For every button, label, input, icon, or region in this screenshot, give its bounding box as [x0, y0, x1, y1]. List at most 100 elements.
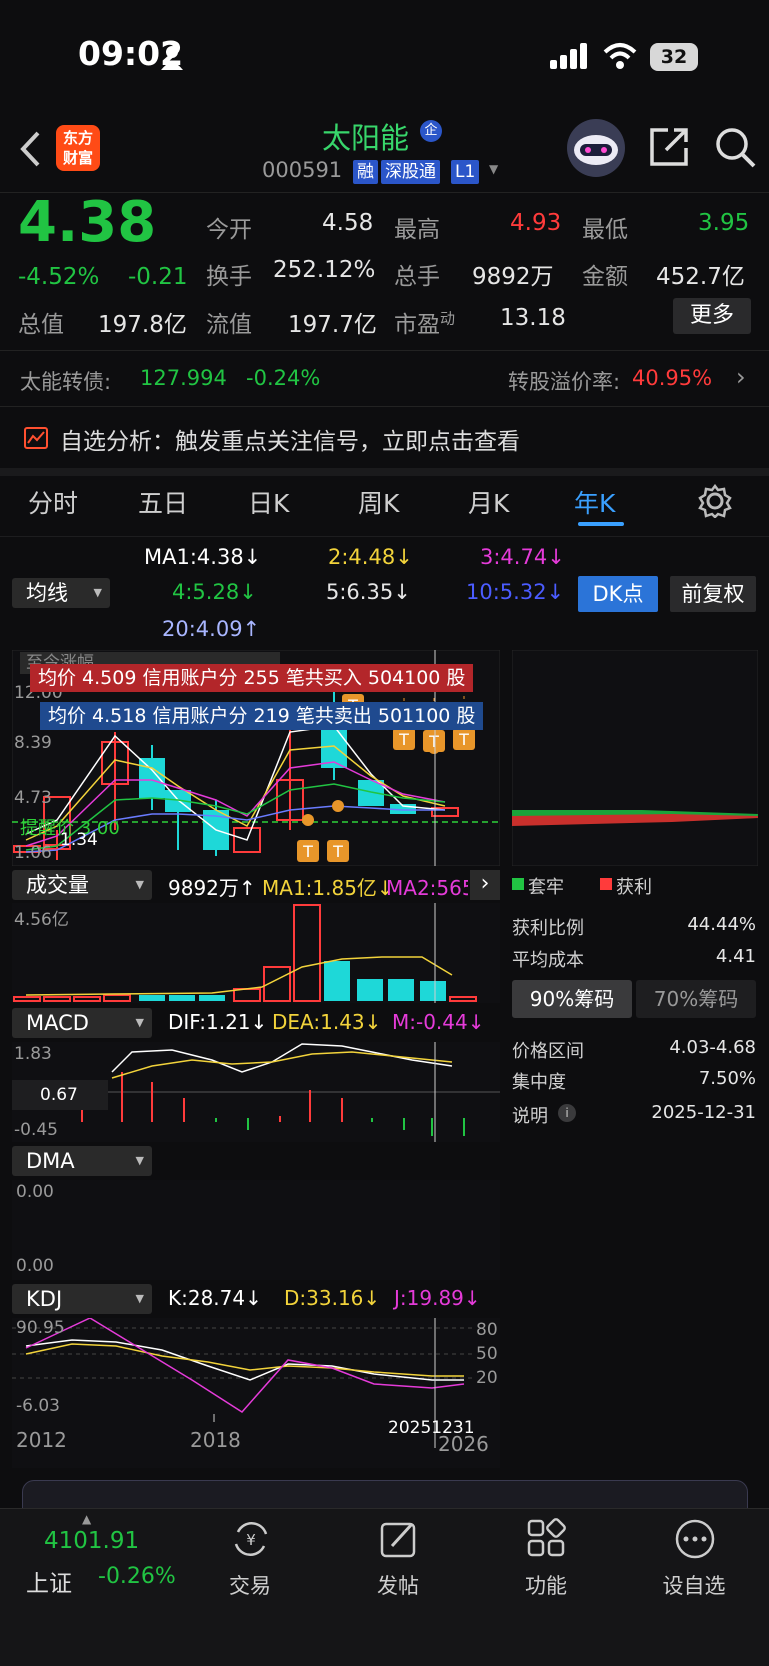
legend-hold: 套牢: [528, 877, 564, 898]
open-label: 今开: [206, 217, 252, 243]
status-bar: 09:02 32: [0, 0, 769, 110]
ma2-value: 2:4.48↓: [328, 545, 413, 569]
ma4-value: 4:5.28↓: [172, 580, 257, 604]
svg-text:T: T: [398, 730, 409, 749]
tab-five-day[interactable]: 五日: [138, 484, 188, 520]
kdj-dropdown[interactable]: KDJ ▼: [12, 1284, 152, 1314]
high-label: 最高: [394, 217, 440, 243]
tab-monthly-k[interactable]: 月K: [468, 484, 509, 520]
person-icon: [161, 46, 183, 70]
stock-code: 000591: [262, 158, 343, 182]
index-change[interactable]: -0.26%: [98, 1564, 176, 1589]
chip-90-button[interactable]: 90%筹码: [512, 980, 632, 1018]
volume-y-top: 4.56亿: [14, 910, 69, 930]
nav-post[interactable]: 发帖: [348, 1570, 448, 1600]
more-button[interactable]: 更多: [673, 298, 751, 334]
sell-banner: 均价 4.518 信用账户分 219 笔共卖出 501100 股: [40, 702, 484, 730]
note-label: 说明: [512, 1106, 548, 1127]
enterprise-badge: 企: [420, 120, 442, 142]
profit-ratio-value: 44.44%: [687, 914, 756, 935]
x-label-2012: 2012: [16, 1428, 67, 1452]
trade-icon[interactable]: ¥: [230, 1518, 272, 1560]
kdj-y-top: 90.95: [16, 1318, 65, 1338]
dma-dropdown[interactable]: DMA ▼: [12, 1146, 152, 1176]
more-dots-icon[interactable]: [674, 1518, 716, 1560]
svg-text:T: T: [458, 730, 469, 749]
kdj-chart: [12, 1318, 500, 1468]
float-label: 流值: [206, 312, 252, 338]
volume-chart: [12, 903, 500, 1003]
macd-y-bottom: -0.45: [14, 1120, 58, 1140]
kdj-k: K:28.74↓: [168, 1286, 262, 1310]
tag-level1: L1: [451, 160, 480, 184]
tab-intraday[interactable]: 分时: [28, 484, 78, 520]
index-name[interactable]: 上证: [26, 1564, 72, 1598]
scroll-right-icon[interactable]: ›: [470, 870, 500, 900]
expand-up-icon[interactable]: ▲: [82, 1512, 91, 1526]
tab-active-indicator: [578, 522, 624, 526]
nav-set-watchlist[interactable]: 设自选: [644, 1570, 744, 1600]
tab-daily-k[interactable]: 日K: [248, 484, 289, 520]
signal-icon: [550, 43, 587, 69]
info-icon[interactable]: i: [558, 1104, 576, 1122]
analysis-notice[interactable]: 自选分析：触发重点关注信号，立即点击查看: [0, 407, 769, 467]
note-value: 2025-12-31: [651, 1102, 756, 1123]
ma-dropdown[interactable]: 均线 ▼: [12, 578, 110, 608]
convertible-bond-row[interactable]: 太能转债: 127.994 -0.24% 转股溢价率: 40.95% ›: [0, 351, 769, 406]
index-value[interactable]: 4101.91: [44, 1528, 139, 1554]
svg-text:T: T: [302, 842, 313, 861]
nav-trade[interactable]: 交易: [200, 1570, 300, 1600]
turnover-value: 252.12%: [273, 257, 376, 283]
change-value: -0.21: [128, 264, 188, 290]
profit-ratio-label: 获利比例: [512, 918, 584, 939]
robot-assistant-icon[interactable]: [564, 116, 628, 180]
concentration-label: 集中度: [512, 1072, 566, 1093]
price-range-label: 价格区间: [512, 1041, 584, 1062]
pe-value: 13.18: [500, 305, 566, 331]
function-grid-icon[interactable]: [526, 1518, 568, 1560]
volume-dropdown[interactable]: 成交量 ▼: [12, 870, 152, 900]
macd-dif: DIF:1.21↓: [168, 1010, 268, 1034]
avg-cost-value: 4.41: [715, 946, 756, 967]
volume-ma2: MA2:5658万: [386, 876, 468, 900]
turnover-label: 换手: [206, 264, 252, 290]
adjust-price-button[interactable]: 前复权: [670, 576, 756, 612]
stock-name: 太阳能: [322, 121, 410, 155]
tab-yearly-k[interactable]: 年K: [574, 484, 615, 520]
legend-profit: 获利: [616, 877, 652, 898]
gear-icon[interactable]: [698, 484, 732, 518]
price-range-value: 4.03-4.68: [669, 1037, 756, 1058]
ma5-value: 5:6.35↓: [326, 580, 411, 604]
dk-point-button[interactable]: DK点: [578, 576, 658, 612]
kdj-d: D:33.16↓: [284, 1286, 381, 1310]
current-price: 4.38: [18, 190, 157, 255]
volume-label: 总手: [394, 264, 440, 290]
low-label: 最低: [582, 217, 628, 243]
kdj-j: J:19.89↓: [394, 1286, 481, 1310]
kdj-y-bottom: -6.03: [16, 1396, 60, 1416]
mktcap-value: 197.8亿: [98, 312, 187, 338]
search-icon[interactable]: [714, 126, 758, 170]
buy-banner: 均价 4.509 信用账户分 255 笔共买入 504100 股: [30, 664, 474, 692]
macd-dropdown[interactable]: MACD ▼: [12, 1008, 152, 1038]
svg-text:T: T: [428, 732, 439, 751]
volume-ma1: MA1:1.85亿↓: [262, 876, 394, 900]
nav-function[interactable]: 功能: [496, 1570, 596, 1600]
last-price-tag: 1.34: [60, 830, 98, 850]
back-icon[interactable]: [18, 130, 42, 168]
avg-cost-label: 平均成本: [512, 950, 584, 971]
amount-value: 452.7亿: [656, 264, 745, 290]
ma20-value: 20:4.09↑: [162, 617, 261, 641]
ma10-value: 10:5.32↓: [466, 580, 565, 604]
chevron-down-icon[interactable]: ▼: [489, 162, 498, 176]
post-icon[interactable]: [378, 1518, 420, 1560]
chip-70-button[interactable]: 70%筹码: [636, 980, 756, 1018]
volume-value: 9892万: [472, 264, 554, 290]
x-label-2026: 2026: [438, 1432, 489, 1456]
kline-y-bottom: 1.06: [14, 843, 52, 863]
tab-weekly-k[interactable]: 周K: [358, 484, 399, 520]
ma1-value: MA1:4.38↓: [144, 545, 262, 569]
share-icon[interactable]: [648, 126, 690, 168]
x-label-2018: 2018: [190, 1428, 241, 1452]
dma-chart: [12, 1180, 500, 1280]
